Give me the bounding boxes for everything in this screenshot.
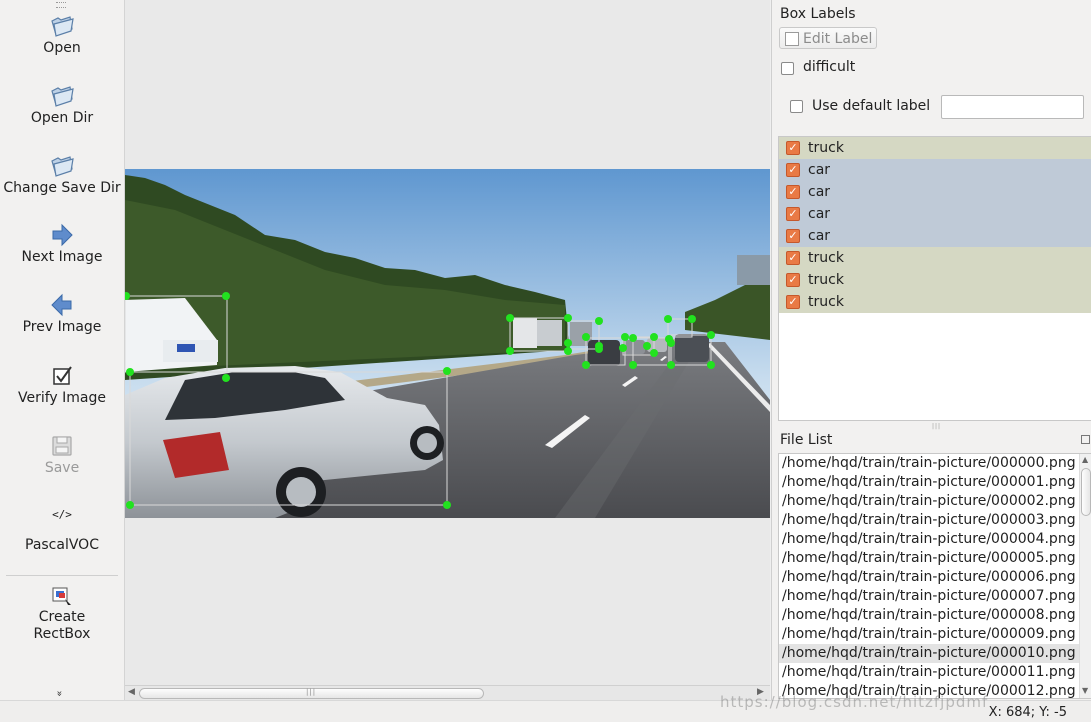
scroll-left-arrow-icon[interactable]: ◀ bbox=[128, 687, 135, 697]
scroll-up-arrow-icon[interactable]: ▲ bbox=[1082, 455, 1088, 464]
toolbar-grip[interactable] bbox=[56, 2, 66, 8]
label-text: car bbox=[808, 228, 831, 244]
label-visible-checkbox[interactable]: ✓ bbox=[786, 163, 800, 177]
label-list-item[interactable]: ✓ car bbox=[779, 159, 1091, 181]
label-visible-checkbox[interactable]: ✓ bbox=[786, 229, 800, 243]
create-rectbox-button[interactable]: Create RectBox bbox=[0, 585, 124, 643]
edit-pencil-icon bbox=[785, 32, 799, 46]
label-visible-checkbox[interactable]: ✓ bbox=[786, 185, 800, 199]
use-default-label-checkbox[interactable] bbox=[790, 100, 803, 113]
save-button[interactable]: Save bbox=[0, 432, 124, 476]
folder-open-icon bbox=[51, 16, 74, 37]
label-list[interactable]: ✓ truck ✓ car ✓ car ✓ car ✓ car ✓ truck ✓ truck ✓ truck bbox=[778, 136, 1091, 421]
file-list-item[interactable]: /home/hqd/train/train-picture/000008.png bbox=[779, 606, 1081, 625]
checkbox-verify-icon bbox=[53, 366, 72, 385]
canvas-horizontal-scrollbar[interactable]: ◀ ||| ▶ bbox=[125, 685, 770, 700]
panel-splitter-handle[interactable]: ||| bbox=[932, 423, 941, 430]
file-list-vertical-scrollbar[interactable]: ▲ ▼ bbox=[1079, 454, 1091, 698]
open-button[interactable]: Open bbox=[0, 12, 124, 56]
create-rectbox-label-line2: RectBox bbox=[33, 626, 91, 642]
file-list-item[interactable]: /home/hqd/train/train-picture/000000.png bbox=[779, 454, 1081, 473]
open-dir-button[interactable]: Open Dir bbox=[0, 82, 124, 126]
label-text: car bbox=[808, 184, 831, 200]
label-list-item[interactable]: ✓ truck bbox=[779, 137, 1091, 159]
file-list-item[interactable]: /home/hqd/train/train-picture/000011.png bbox=[779, 663, 1081, 682]
label-visible-checkbox[interactable]: ✓ bbox=[786, 273, 800, 287]
difficult-label: difficult bbox=[803, 59, 856, 75]
watermark-text: https://blog.csdn.net/hitzfjpdmf bbox=[720, 693, 989, 711]
change-save-dir-label: Change Save Dir bbox=[3, 180, 121, 196]
prev-image-button[interactable]: Prev Image bbox=[0, 291, 124, 335]
next-image-button[interactable]: Next Image bbox=[0, 221, 124, 265]
label-text: car bbox=[808, 162, 831, 178]
label-list-item[interactable]: ✓ truck bbox=[779, 291, 1091, 313]
scroll-down-arrow-icon[interactable]: ▼ bbox=[1082, 686, 1088, 695]
next-image-label: Next Image bbox=[21, 249, 103, 265]
file-list-item[interactable]: /home/hqd/train/train-picture/000005.png bbox=[779, 549, 1081, 568]
arrow-right-icon bbox=[52, 223, 73, 247]
open-label: Open bbox=[43, 40, 81, 56]
right-dock-panel: Box Labels Edit Label difficult Use defa… bbox=[771, 0, 1091, 700]
label-visible-checkbox[interactable]: ✓ bbox=[786, 295, 800, 309]
label-visible-checkbox[interactable]: ✓ bbox=[786, 207, 800, 221]
toolbar-separator bbox=[6, 575, 118, 576]
file-list-item[interactable]: /home/hqd/train/train-picture/000006.png bbox=[779, 568, 1081, 587]
file-list[interactable]: /home/hqd/train/train-picture/000000.png… bbox=[778, 453, 1091, 699]
format-toggle-button[interactable]: </> PascalVOC bbox=[0, 505, 124, 553]
file-list-item[interactable]: /home/hqd/train/train-picture/000009.png bbox=[779, 625, 1081, 644]
save-disk-icon bbox=[52, 436, 72, 456]
dock-float-icon[interactable] bbox=[1081, 435, 1090, 444]
label-text: car bbox=[808, 206, 831, 222]
folder-open-icon bbox=[51, 156, 74, 177]
label-text: truck bbox=[808, 294, 844, 310]
annotated-image[interactable] bbox=[125, 0, 770, 685]
image-canvas[interactable] bbox=[125, 0, 770, 685]
file-list-item[interactable]: /home/hqd/train/train-picture/000001.png bbox=[779, 473, 1081, 492]
verify-image-button[interactable]: Verify Image bbox=[0, 362, 124, 406]
label-visible-checkbox[interactable]: ✓ bbox=[786, 141, 800, 155]
edit-label-text: Edit Label bbox=[803, 31, 873, 47]
file-list-item[interactable]: /home/hqd/train/train-picture/000007.png bbox=[779, 587, 1081, 606]
change-save-dir-button[interactable]: Change Save Dir bbox=[0, 152, 124, 196]
create-rectbox-label-line1: Create bbox=[38, 609, 86, 625]
label-visible-checkbox[interactable]: ✓ bbox=[786, 251, 800, 265]
label-list-item[interactable]: ✓ car bbox=[779, 225, 1091, 247]
prev-image-label: Prev Image bbox=[22, 319, 102, 335]
toolbar-overflow-icon[interactable]: » bbox=[54, 690, 65, 696]
difficult-checkbox[interactable] bbox=[781, 62, 794, 75]
label-text: truck bbox=[808, 250, 844, 266]
file-list-title: File List bbox=[780, 432, 833, 448]
label-list-item[interactable]: ✓ car bbox=[779, 203, 1091, 225]
label-text: truck bbox=[808, 140, 844, 156]
open-dir-label: Open Dir bbox=[30, 110, 94, 126]
label-list-item[interactable]: ✓ car bbox=[779, 181, 1091, 203]
label-list-item[interactable]: ✓ truck bbox=[779, 247, 1091, 269]
format-label: PascalVOC bbox=[25, 537, 99, 553]
verify-image-label: Verify Image bbox=[17, 390, 106, 406]
default-label-input[interactable] bbox=[941, 95, 1084, 119]
create-rectbox-icon bbox=[52, 587, 71, 605]
folder-open-icon bbox=[51, 86, 74, 107]
file-list-item[interactable]: /home/hqd/train/train-picture/000010.png bbox=[779, 644, 1081, 663]
use-default-label-text: Use default label bbox=[812, 98, 931, 114]
toolbar: Open Open Dir Change Save Dir Next Image… bbox=[0, 0, 125, 700]
label-text: truck bbox=[808, 272, 844, 288]
file-list-item[interactable]: /home/hqd/train/train-picture/000002.png bbox=[779, 492, 1081, 511]
box-labels-title: Box Labels bbox=[780, 6, 856, 22]
edit-label-button[interactable]: Edit Label bbox=[779, 27, 877, 49]
file-list-item[interactable]: /home/hqd/train/train-picture/000004.png bbox=[779, 530, 1081, 549]
vertical-scroll-thumb[interactable] bbox=[1081, 468, 1091, 516]
scroll-grip-icon: ||| bbox=[306, 688, 317, 696]
arrow-left-icon bbox=[51, 293, 72, 317]
label-list-item[interactable]: ✓ truck bbox=[779, 269, 1091, 291]
save-label: Save bbox=[44, 460, 80, 476]
code-format-icon: </> bbox=[52, 508, 72, 521]
file-list-item[interactable]: /home/hqd/train/train-picture/000003.png bbox=[779, 511, 1081, 530]
cursor-coordinates: X: 684; Y: -5 bbox=[988, 705, 1067, 720]
